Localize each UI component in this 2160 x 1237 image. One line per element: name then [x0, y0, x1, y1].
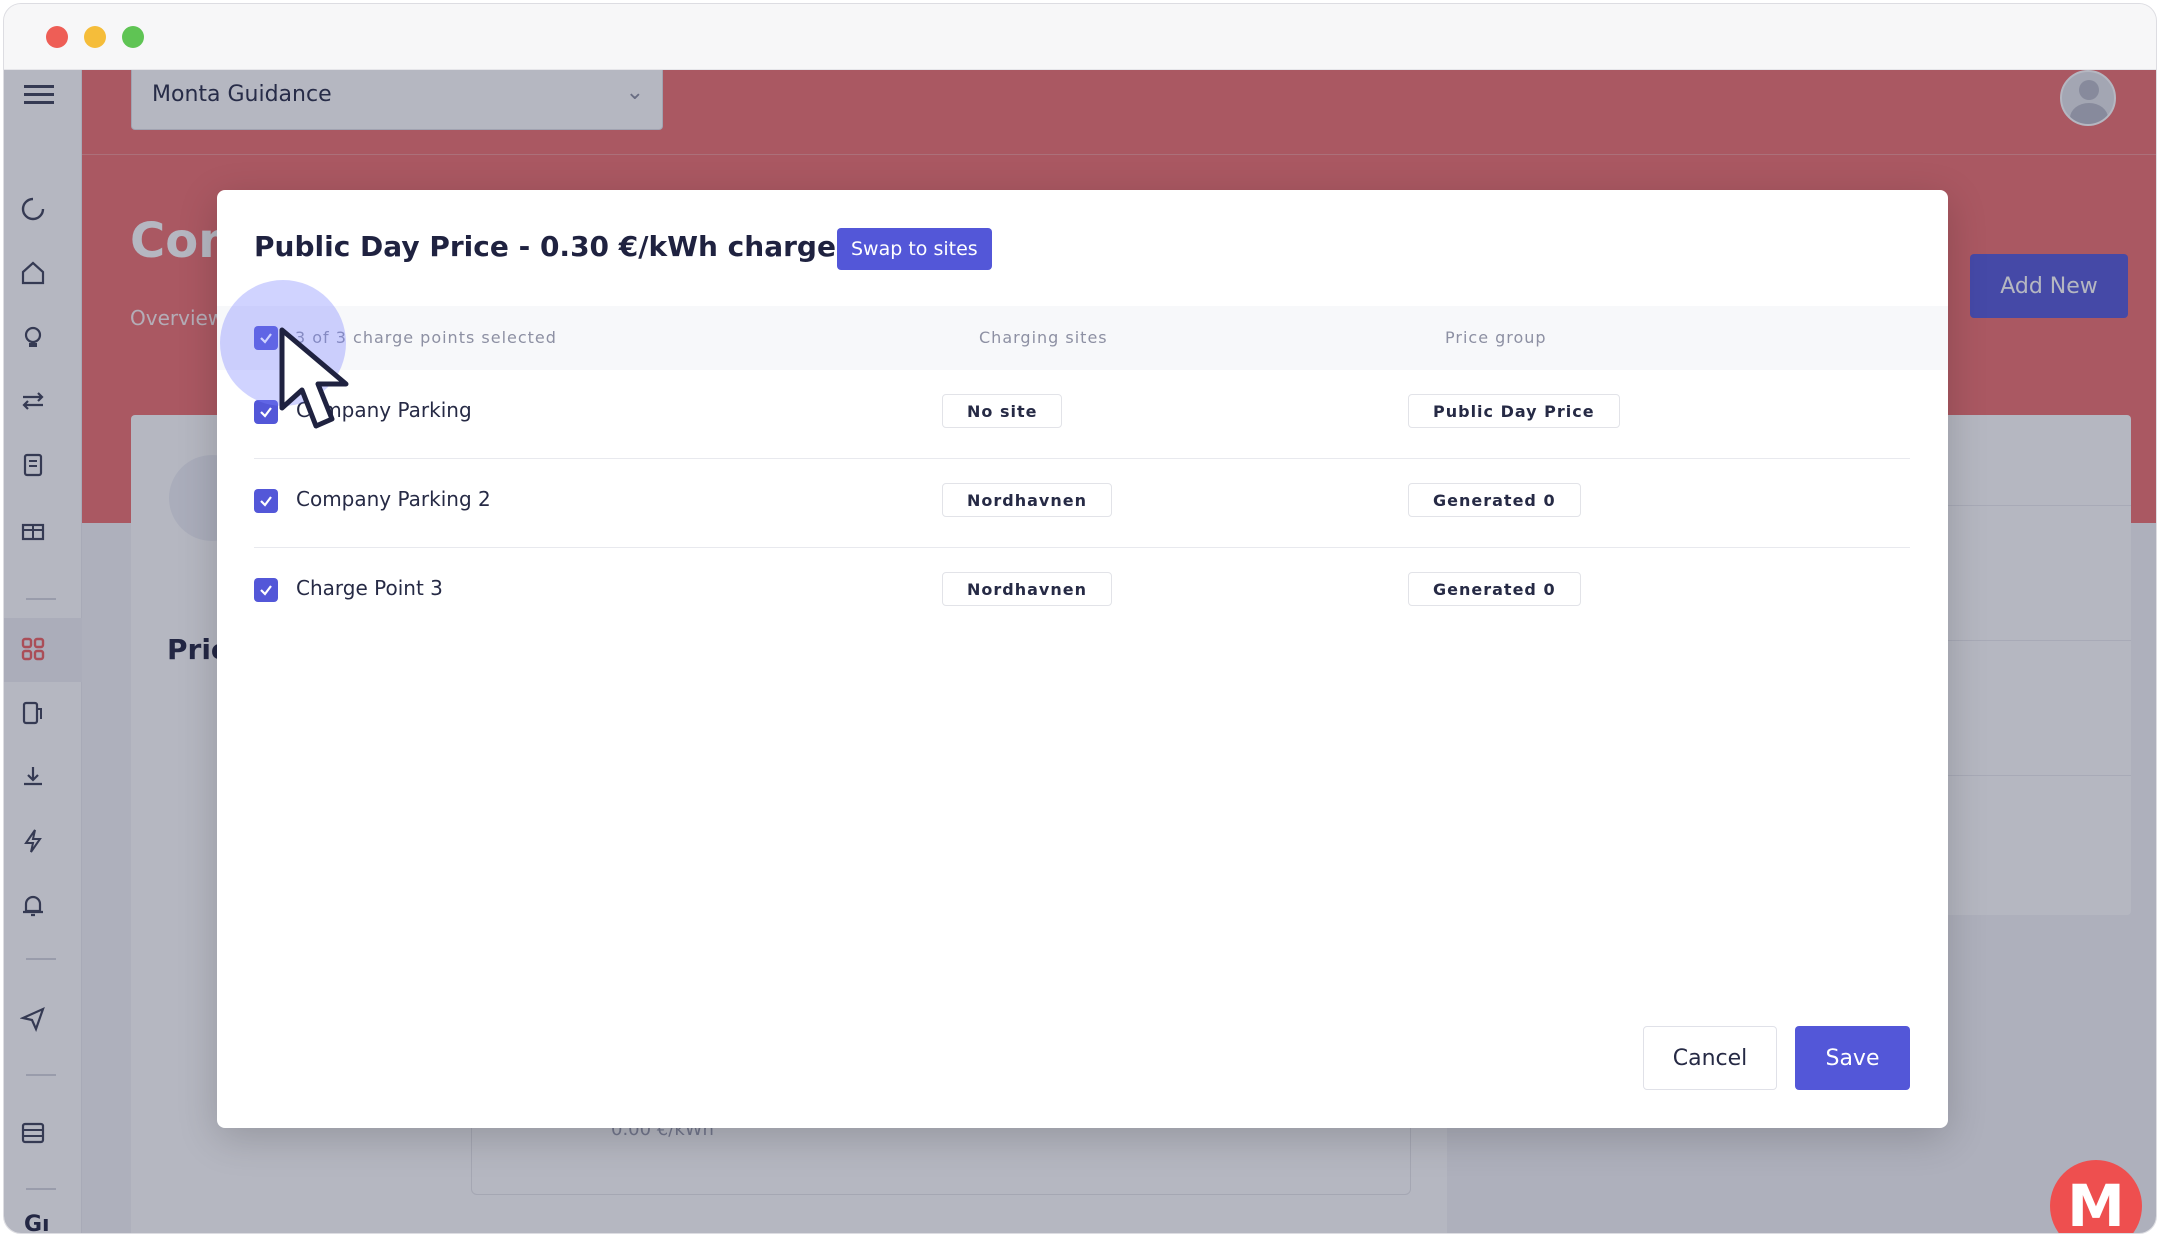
app-window: Gı Monta Guidance ⌄ Com Overview Add New… [3, 3, 2157, 1234]
table-row: Company Parking No site Public Day Price [254, 370, 1910, 459]
row-checkbox[interactable] [254, 489, 278, 513]
cancel-button[interactable]: Cancel [1643, 1026, 1777, 1090]
check-icon [260, 407, 272, 418]
price-group-tag: Generated 0 [1408, 483, 1581, 517]
minimize-window-button[interactable] [84, 26, 106, 48]
save-button[interactable]: Save [1795, 1026, 1910, 1090]
charge-points-modal: Public Day Price - 0.30 €/kWh charge poi… [217, 190, 1948, 1128]
table-row: Company Parking 2 Nordhavnen Generated 0 [254, 459, 1910, 548]
check-icon [260, 496, 272, 507]
column-header-charging-sites: Charging sites [979, 328, 1108, 347]
site-tag: No site [942, 394, 1063, 428]
swap-to-sites-button[interactable]: Swap to sites [837, 228, 992, 270]
row-checkbox[interactable] [254, 578, 278, 602]
site-tag: Nordhavnen [942, 572, 1112, 606]
price-group-tag: Public Day Price [1408, 394, 1620, 428]
title-bar [4, 4, 2156, 70]
mouse-cursor-icon [279, 327, 349, 429]
site-tag: Nordhavnen [942, 483, 1112, 517]
check-icon [260, 585, 272, 596]
charge-point-name: Company Parking 2 [296, 487, 491, 511]
price-group-tag: Generated 0 [1408, 572, 1581, 606]
close-window-button[interactable] [46, 26, 68, 48]
column-header-price-group: Price group [1445, 328, 1547, 347]
table-row: Charge Point 3 Nordhavnen Generated 0 [254, 548, 1910, 637]
maximize-window-button[interactable] [122, 26, 144, 48]
table-header: 3 of 3 charge points selected Charging s… [217, 306, 1948, 370]
charge-point-name: Charge Point 3 [296, 576, 443, 600]
